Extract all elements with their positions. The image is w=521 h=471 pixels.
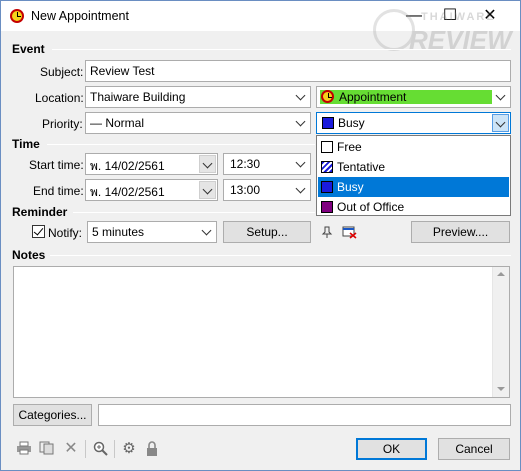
out-of-office-swatch-icon: [321, 201, 333, 213]
copy-icon[interactable]: [38, 441, 56, 457]
chevron-down-icon: [202, 159, 214, 171]
busy-swatch-icon: [322, 117, 334, 129]
start-date-dropdown-button[interactable]: [199, 155, 216, 173]
chevron-down-icon: [202, 185, 214, 197]
priority-value: — Normal: [90, 116, 145, 130]
chevron-down-icon[interactable]: [201, 226, 213, 238]
scroll-down-icon[interactable]: [497, 387, 505, 391]
notes-section-label: Notes: [12, 248, 46, 262]
print-icon[interactable]: [15, 441, 33, 457]
clock-icon: [10, 9, 24, 23]
time-section-label: Time: [12, 137, 40, 151]
chevron-down-icon: [495, 118, 507, 130]
status-dropdown-button[interactable]: [492, 114, 509, 132]
location-value: Thaiware Building: [90, 90, 186, 104]
priority-label: Priority:: [42, 117, 83, 131]
notes-scrollbar[interactable]: [492, 267, 509, 397]
categories-button[interactable]: Categories...: [13, 404, 92, 426]
notify-checkbox[interactable]: [32, 225, 45, 238]
settings-gear-icon[interactable]: ⚙: [120, 441, 138, 457]
start-time-value: 12:30: [230, 157, 261, 171]
busy-swatch-icon: [321, 181, 333, 193]
notes-textarea[interactable]: [13, 266, 510, 398]
lock-icon[interactable]: [143, 441, 161, 457]
chevron-down-icon[interactable]: [295, 158, 307, 170]
status-option-label: Out of Office: [337, 200, 405, 214]
end-date-picker[interactable]: พ. 14/02/2561: [85, 179, 218, 201]
pin-icon[interactable]: [320, 225, 334, 239]
status-option-label: Free: [337, 140, 362, 154]
subject-input[interactable]: Review Test: [85, 60, 511, 82]
tentative-swatch-icon: [321, 161, 333, 173]
chevron-down-icon[interactable]: [295, 184, 307, 196]
status-option-tentative[interactable]: Tentative: [318, 157, 509, 177]
end-time-label: End time:: [33, 184, 84, 198]
start-time-combo[interactable]: 12:30: [223, 153, 311, 175]
status-option-free[interactable]: Free: [318, 137, 509, 157]
setup-button[interactable]: Setup...: [223, 221, 311, 243]
notes-divider: [50, 255, 511, 256]
start-date-picker[interactable]: พ. 14/02/2561: [85, 153, 218, 175]
appointment-window: New Appointment — ☐ ✕ THAIWARE REVIEW Ev…: [0, 0, 521, 471]
start-date-value: พ. 14/02/2561: [90, 159, 165, 173]
status-option-busy[interactable]: Busy: [318, 177, 509, 197]
chevron-down-icon[interactable]: [295, 117, 307, 129]
priority-combo[interactable]: — Normal: [85, 112, 311, 134]
free-swatch-icon: [321, 141, 333, 153]
watermark-logo: THAIWARE REVIEW: [373, 7, 518, 67]
status-option-label: Busy: [337, 180, 364, 194]
status-option-label: Tentative: [337, 160, 386, 174]
notify-combo[interactable]: 5 minutes: [87, 221, 217, 243]
location-combo[interactable]: Thaiware Building: [85, 86, 311, 108]
event-divider: [52, 49, 511, 50]
categories-input[interactable]: [98, 404, 511, 426]
chevron-down-icon[interactable]: [495, 91, 507, 103]
watermark-line1: THAIWARE: [421, 11, 496, 23]
toolbar-separator: [114, 440, 115, 458]
reminder-divider: [73, 212, 315, 213]
watermark-line2: REVIEW: [409, 25, 512, 55]
notify-value: 5 minutes: [92, 225, 145, 239]
clock-icon: [321, 90, 334, 103]
cancel-button[interactable]: Cancel: [438, 438, 510, 460]
end-date-dropdown-button[interactable]: [199, 181, 216, 199]
end-date-value: พ. 14/02/2561: [90, 185, 165, 199]
preview-button[interactable]: Preview....: [411, 221, 510, 243]
status-combo[interactable]: Busy: [316, 112, 511, 134]
notify-label: Notify:: [48, 226, 83, 240]
start-time-label: Start time:: [29, 158, 84, 172]
zoom-icon[interactable]: [92, 441, 110, 457]
end-time-combo[interactable]: 13:00: [223, 179, 311, 201]
reminder-section-label: Reminder: [12, 205, 68, 219]
ok-button[interactable]: OK: [356, 438, 427, 460]
appointment-type-value: Appointment: [339, 90, 407, 104]
window-title: New Appointment: [31, 9, 129, 23]
time-divider: [47, 144, 315, 145]
chevron-down-icon[interactable]: [295, 91, 307, 103]
dismiss-reminder-icon[interactable]: [342, 226, 357, 239]
scroll-up-icon[interactable]: [497, 272, 505, 276]
subject-label: Subject:: [40, 65, 84, 79]
end-time-value: 13:00: [230, 183, 261, 197]
location-label: Location:: [35, 91, 84, 105]
event-section-label: Event: [12, 42, 45, 56]
status-option-out-of-office[interactable]: Out of Office: [318, 197, 509, 217]
delete-icon[interactable]: ✕: [62, 441, 80, 457]
status-value: Busy: [338, 116, 365, 130]
toolbar-separator: [85, 440, 86, 458]
status-dropdown-list: Free Tentative Busy Out of Office: [316, 135, 511, 216]
appointment-type-combo[interactable]: Appointment: [316, 86, 511, 108]
